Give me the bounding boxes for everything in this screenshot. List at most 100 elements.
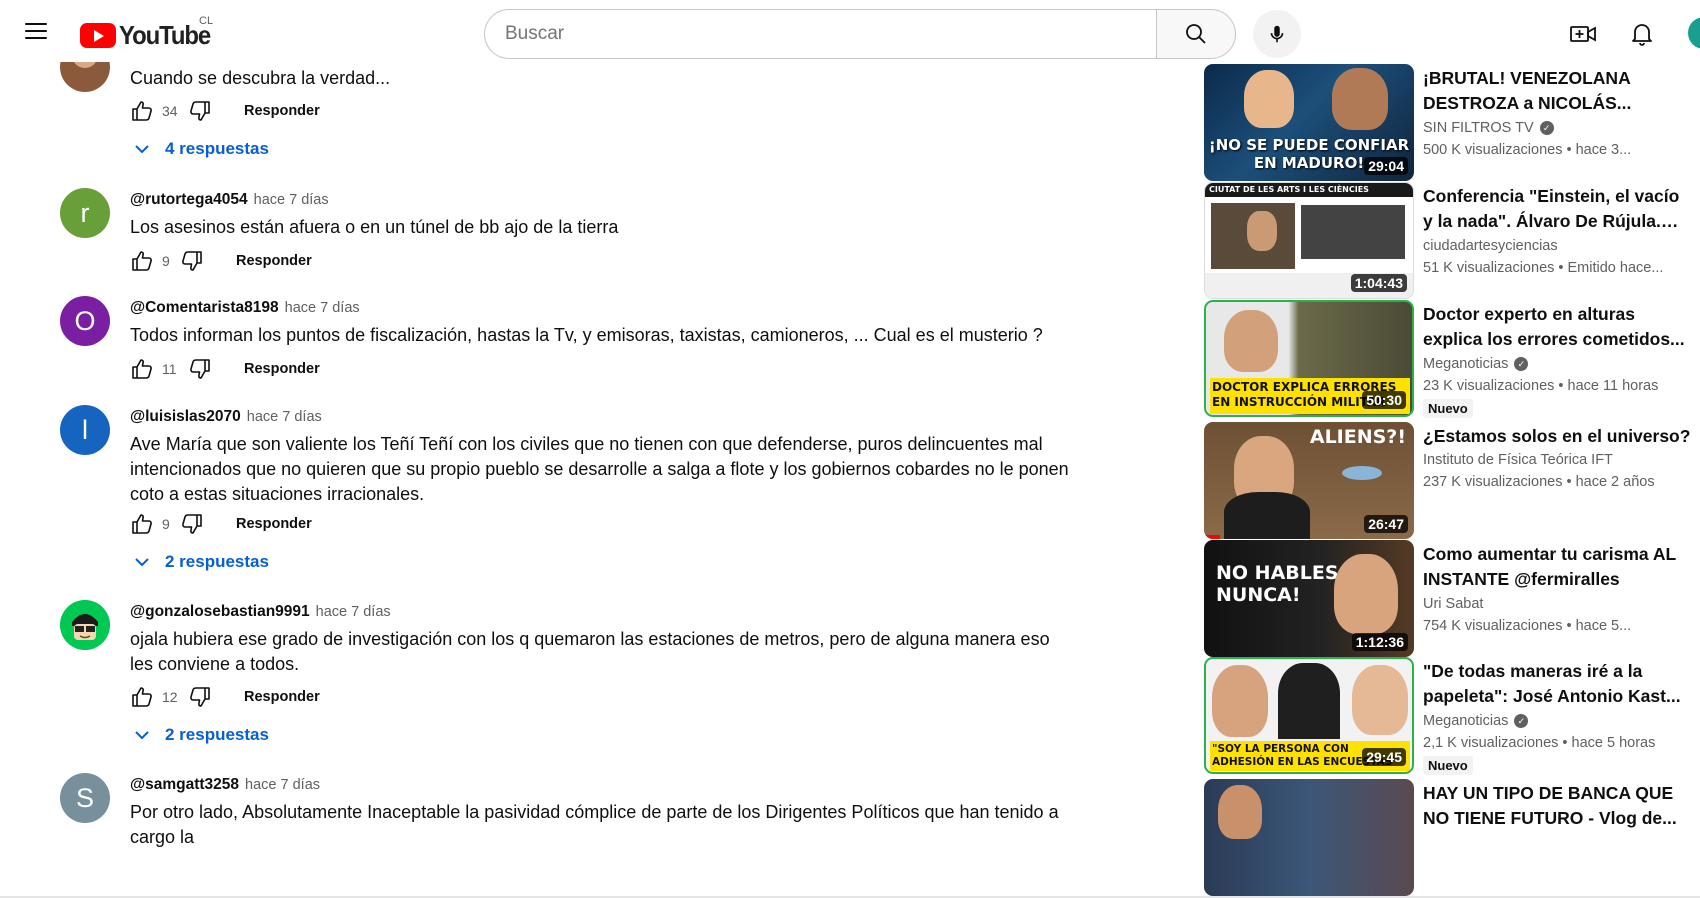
comment-actions: 9 Responder	[128, 509, 312, 539]
like-button[interactable]	[128, 510, 156, 538]
youtube-logo[interactable]: YouTube	[80, 20, 218, 51]
video-title[interactable]: Conferencia "Einstein, el vacío y la nad…	[1423, 184, 1693, 234]
thumbs-down-icon	[190, 101, 210, 121]
comment-author[interactable]: @luisislas2070	[130, 408, 241, 426]
channel-name[interactable]: Meganoticias ✓	[1423, 356, 1529, 372]
channel-name[interactable]: Meganoticias ✓	[1423, 713, 1529, 729]
thumbnail-person	[1352, 665, 1408, 735]
thumbnail-caption: CIUTAT DE LES ARTS I LES CIÈNCIES	[1209, 185, 1369, 194]
view-replies-button[interactable]: 4 respuestas	[133, 139, 269, 159]
dislike-button[interactable]	[178, 247, 206, 275]
like-button[interactable]	[128, 97, 156, 125]
video-title[interactable]: Doctor experto en alturas explica los er…	[1423, 302, 1693, 352]
channel-name[interactable]: Uri Sabat	[1423, 596, 1483, 612]
search-icon	[1186, 24, 1206, 44]
comment-header: @luisislas2070 hace 7 días	[130, 408, 322, 426]
view-replies-button[interactable]: 2 respuestas	[133, 552, 269, 572]
like-button[interactable]	[128, 683, 156, 711]
thumbs-down-icon	[182, 514, 202, 534]
thumbs-down-icon	[182, 251, 202, 271]
video-duration: 1:12:36	[1351, 633, 1408, 651]
video-card[interactable]: ¡NO SE PUEDE CONFIAR EN MADURO! 29:04 ¡B…	[1204, 64, 1700, 182]
comment-time[interactable]: hace 7 días	[316, 604, 391, 620]
account-avatar[interactable]	[1688, 17, 1700, 49]
dislike-button[interactable]	[186, 97, 214, 125]
video-duration: 26:47	[1364, 515, 1408, 533]
reply-button[interactable]: Responder	[244, 689, 320, 705]
reply-button[interactable]: Responder	[244, 361, 320, 377]
video-card[interactable]: HAY UN TIPO DE BANCA QUE NO TIENE FUTURO…	[1204, 779, 1700, 897]
thumbs-up-icon	[132, 101, 152, 121]
avatar[interactable]	[60, 600, 110, 650]
comment-author[interactable]: @samgatt3258	[130, 776, 239, 794]
video-title[interactable]: "De todas maneras iré a la papeleta": Jo…	[1423, 659, 1693, 709]
video-thumbnail[interactable]: NO HABLES NUNCA! 1:12:36	[1204, 540, 1414, 657]
dislike-button[interactable]	[178, 510, 206, 538]
new-badge: Nuevo	[1423, 399, 1473, 418]
channel-name[interactable]: Instituto de Física Teórica IFT	[1423, 452, 1613, 468]
thumbs-up-icon	[132, 687, 152, 707]
avatar[interactable]	[60, 62, 110, 92]
dislike-button[interactable]	[186, 355, 214, 383]
comment-time[interactable]: hace 7 días	[245, 777, 320, 793]
channel-name-text: Meganoticias	[1423, 713, 1509, 729]
reply-button[interactable]: Responder	[236, 516, 312, 532]
video-card[interactable]: DOCTOR EXPLICA ERRORES EN INSTRUCCIÓN MI…	[1204, 300, 1700, 418]
avatar-letter: r	[80, 197, 90, 228]
comment-header: @Comentarista8198 hace 7 días	[130, 299, 360, 317]
search-bar	[484, 9, 1236, 59]
video-thumbnail[interactable]: "SOY LA PERSONA CON ADHESIÓN EN LAS ENCU…	[1204, 657, 1414, 774]
search-button[interactable]	[1156, 9, 1236, 59]
create-button[interactable]	[1563, 14, 1603, 54]
video-card[interactable]: CIUTAT DE LES ARTS I LES CIÈNCIES 1:04:4…	[1204, 182, 1700, 300]
video-title[interactable]: ¿Estamos solos en el universo?	[1423, 424, 1693, 449]
like-button[interactable]	[128, 247, 156, 275]
like-count: 11	[162, 361, 177, 377]
comment-time[interactable]: hace 7 días	[254, 192, 329, 208]
watch-progress-bar	[1204, 535, 1220, 539]
like-button[interactable]	[128, 355, 156, 383]
avatar[interactable]: S	[60, 773, 110, 823]
thumbs-up-icon	[132, 514, 152, 534]
avatar[interactable]: r	[60, 188, 110, 238]
comment-author[interactable]: @gonzalosebastian9991	[130, 603, 310, 621]
comment-author[interactable]: @Comentarista8198	[130, 299, 279, 317]
video-meta: 754 K visualizaciones • hace 5...	[1423, 618, 1632, 634]
comment-author[interactable]: @rutortega4054	[130, 191, 248, 209]
reply-button[interactable]: Responder	[236, 253, 312, 269]
chevron-down-icon	[135, 558, 149, 567]
replies-count: 2 respuestas	[165, 725, 269, 744]
thumbnail-person	[1247, 211, 1277, 251]
voice-search-button[interactable]	[1253, 10, 1301, 58]
dislike-button[interactable]	[186, 683, 214, 711]
video-thumbnail[interactable]	[1204, 779, 1414, 896]
video-title[interactable]: HAY UN TIPO DE BANCA QUE NO TIENE FUTURO…	[1423, 781, 1693, 831]
channel-name[interactable]: SIN FILTROS TV ✓	[1423, 120, 1554, 136]
avatar[interactable]: l	[60, 405, 110, 455]
comment-time[interactable]: hace 7 días	[285, 300, 360, 316]
video-card[interactable]: NO HABLES NUNCA! 1:12:36 Como aumentar t…	[1204, 540, 1700, 658]
avatar[interactable]: O	[60, 296, 110, 346]
video-title[interactable]: ¡BRUTAL! VENEZOLANA DESTROZA a NICOLÁS..…	[1423, 66, 1693, 116]
comment-time[interactable]: hace 7 días	[247, 409, 322, 425]
video-thumbnail[interactable]: DOCTOR EXPLICA ERRORES EN INSTRUCCIÓN MI…	[1204, 300, 1414, 417]
menu-button[interactable]	[18, 13, 54, 49]
like-count: 34	[162, 103, 178, 119]
video-card[interactable]: "SOY LA PERSONA CON ADHESIÓN EN LAS ENCU…	[1204, 657, 1700, 775]
comment-text: Los asesinos están afuera o en un túnel …	[130, 217, 619, 237]
channel-name-text: Meganoticias	[1423, 356, 1509, 372]
video-thumbnail[interactable]: ALIENS?! 26:47	[1204, 422, 1414, 539]
video-thumbnail[interactable]: CIUTAT DE LES ARTS I LES CIÈNCIES 1:04:4…	[1204, 182, 1414, 299]
video-title[interactable]: Como aumentar tu carisma AL INSTANTE @fe…	[1423, 542, 1693, 592]
comment-header: @rutortega4054 hace 7 días	[130, 191, 329, 209]
youtube-play-icon	[80, 23, 116, 48]
search-input[interactable]	[484, 9, 1156, 59]
video-thumbnail[interactable]: ¡NO SE PUEDE CONFIAR EN MADURO! 29:04	[1204, 64, 1414, 181]
verified-check-icon: ✓	[1514, 714, 1529, 728]
channel-name[interactable]: ciudadartesyciencias	[1423, 238, 1558, 254]
notifications-button[interactable]	[1622, 14, 1662, 54]
reply-button[interactable]: Responder	[244, 103, 320, 119]
video-card[interactable]: ALIENS?! 26:47 ¿Estamos solos en el univ…	[1204, 422, 1700, 540]
video-add-icon	[1570, 26, 1596, 42]
view-replies-button[interactable]: 2 respuestas	[133, 725, 269, 745]
